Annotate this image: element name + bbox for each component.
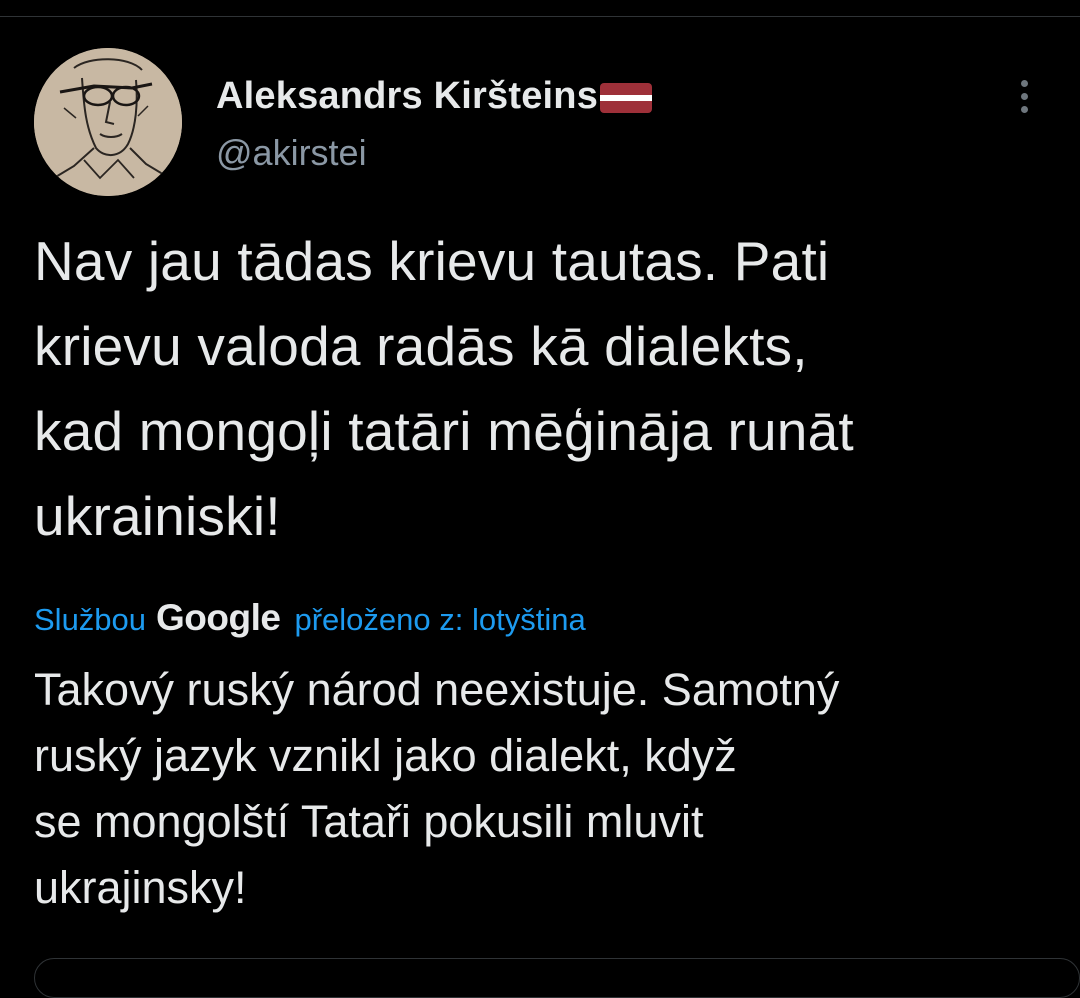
display-name[interactable]: Aleksandrs Kiršteins bbox=[216, 75, 598, 118]
top-divider bbox=[0, 16, 1080, 17]
translated-text-line: se mongolští Tataři pokusili mluvit bbox=[34, 796, 704, 847]
tweet-text: Nav jau tādas krievu tautas. Pati krievu… bbox=[34, 219, 1044, 559]
translation-source-language: přeloženo z: lotyština bbox=[294, 602, 586, 637]
translated-text-line: ukrajinsky! bbox=[34, 862, 247, 913]
author-handle[interactable]: @akirstei bbox=[216, 132, 652, 174]
latvia-flag-icon bbox=[600, 83, 653, 113]
more-dots-vertical-icon[interactable] bbox=[1004, 76, 1044, 116]
avatar[interactable] bbox=[34, 48, 182, 196]
tweet-text-line: Nav jau tādas krievu tautas. Pati bbox=[34, 230, 830, 292]
translation-prefix: Službou bbox=[34, 602, 147, 637]
translated-text-line: ruský jazyk vznikl jako dialekt, když bbox=[34, 730, 737, 781]
translation-attribution[interactable]: Službou Google přeloženo z: lotyština bbox=[34, 597, 1044, 641]
tweet-text-line: kad mongoļi tatāri mēģināja runāt bbox=[34, 400, 854, 462]
bottom-card-edge bbox=[34, 958, 1080, 998]
display-name-row[interactable]: Aleksandrs Kiršteins bbox=[216, 72, 653, 120]
google-logo: Google bbox=[156, 597, 281, 638]
tweet-text-line: krievu valoda radās kā dialekts, bbox=[34, 315, 808, 377]
translated-text-line: Takový ruský národ neexistuje. Samotný bbox=[34, 664, 840, 715]
tweet: Aleksandrs Kiršteins @akirstei Nav jau t… bbox=[34, 44, 1044, 921]
translated-text: Takový ruský národ neexistuje. Samotný r… bbox=[34, 657, 1044, 921]
avatar-sketch bbox=[34, 48, 182, 196]
author-names: Aleksandrs Kiršteins @akirstei bbox=[216, 72, 653, 174]
tweet-text-line: ukrainiski! bbox=[34, 485, 281, 547]
tweet-header: Aleksandrs Kiršteins @akirstei bbox=[34, 44, 1044, 199]
